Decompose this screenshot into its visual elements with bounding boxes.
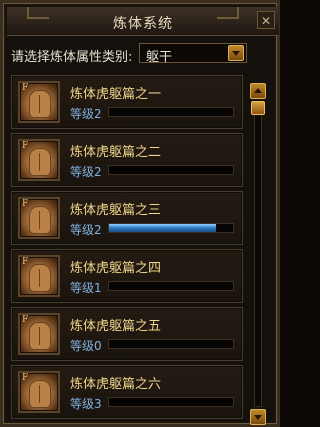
skill-list: F 炼体虎躯篇之一 等级2 F 炼体虎躯篇之二 等级2 F 炼体虎躯篇之三 等级2 F 炼体虎躯篇之… <box>11 75 243 427</box>
torso-icon[interactable]: F <box>18 371 60 413</box>
scroll-track[interactable] <box>254 101 262 407</box>
torso-shape <box>29 90 51 118</box>
icon-corner-letter: F <box>22 315 29 325</box>
scroll-up-button[interactable] <box>250 83 266 99</box>
torso-shape <box>29 148 51 176</box>
torso-icon[interactable]: F <box>18 197 60 239</box>
scroll-down-button[interactable] <box>250 409 266 425</box>
chevron-down-icon[interactable] <box>228 45 244 61</box>
attribute-category-select[interactable]: 躯干 <box>139 43 247 65</box>
item-level: 等级3 <box>70 397 102 411</box>
torso-icon[interactable]: F <box>18 255 60 297</box>
selected-category: 躯干 <box>146 50 173 65</box>
scrollbar[interactable] <box>249 83 267 425</box>
icon-corner-letter: F <box>22 257 29 267</box>
item-level: 等级2 <box>70 223 102 237</box>
progress-bar <box>108 397 234 407</box>
progress-bar <box>108 339 234 349</box>
torso-icon[interactable]: F <box>18 313 60 355</box>
icon-corner-letter: F <box>22 83 29 93</box>
torso-icon[interactable]: F <box>18 81 60 123</box>
torso-shape <box>29 206 51 234</box>
item-level: 等级2 <box>70 165 102 179</box>
title-bar[interactable]: 炼体系统 ✕ <box>7 7 279 36</box>
progress-fill <box>109 224 216 232</box>
progress-bar <box>108 165 234 175</box>
item-name: 炼体虎躯篇之六 <box>70 377 162 392</box>
icon-corner-letter: F <box>22 199 29 209</box>
close-button[interactable]: ✕ <box>257 11 275 29</box>
list-item[interactable]: F 炼体虎躯篇之六 等级3 <box>11 365 243 419</box>
torso-shape <box>29 380 51 408</box>
torso-icon[interactable]: F <box>18 139 60 181</box>
list-item[interactable]: F 炼体虎躯篇之二 等级2 <box>11 133 243 187</box>
item-name: 炼体虎躯篇之五 <box>70 319 162 334</box>
progress-bar <box>108 223 234 233</box>
item-name: 炼体虎躯篇之四 <box>70 261 162 276</box>
item-level: 等级1 <box>70 281 102 295</box>
list-item[interactable]: F 炼体虎躯篇之五 等级0 <box>11 307 243 361</box>
item-level: 等级0 <box>70 339 102 353</box>
torso-shape <box>29 322 51 350</box>
title-ornament <box>217 7 239 19</box>
filter-label: 请选择炼体属性类别: <box>11 50 133 65</box>
progress-bar <box>108 107 234 117</box>
attribute-filter: 请选择炼体属性类别: 躯干 <box>11 43 275 65</box>
list-item[interactable]: F 炼体虎躯篇之四 等级1 <box>11 249 243 303</box>
torso-shape <box>29 264 51 292</box>
progress-bar <box>108 281 234 291</box>
icon-corner-letter: F <box>22 373 29 383</box>
list-item[interactable]: F 炼体虎躯篇之一 等级2 <box>11 75 243 129</box>
list-item[interactable]: F 炼体虎躯篇之三 等级2 <box>11 191 243 245</box>
icon-corner-letter: F <box>22 141 29 151</box>
refining-window: 炼体系统 ✕ 请选择炼体属性类别: 躯干 F 炼体虎躯篇之一 等级2 F 炼体虎躯篇之二… <box>0 0 280 427</box>
item-name: 炼体虎躯篇之三 <box>70 203 162 218</box>
item-name: 炼体虎躯篇之一 <box>70 87 162 102</box>
item-name: 炼体虎躯篇之二 <box>70 145 162 160</box>
scroll-thumb[interactable] <box>251 101 265 115</box>
item-level: 等级2 <box>70 107 102 121</box>
